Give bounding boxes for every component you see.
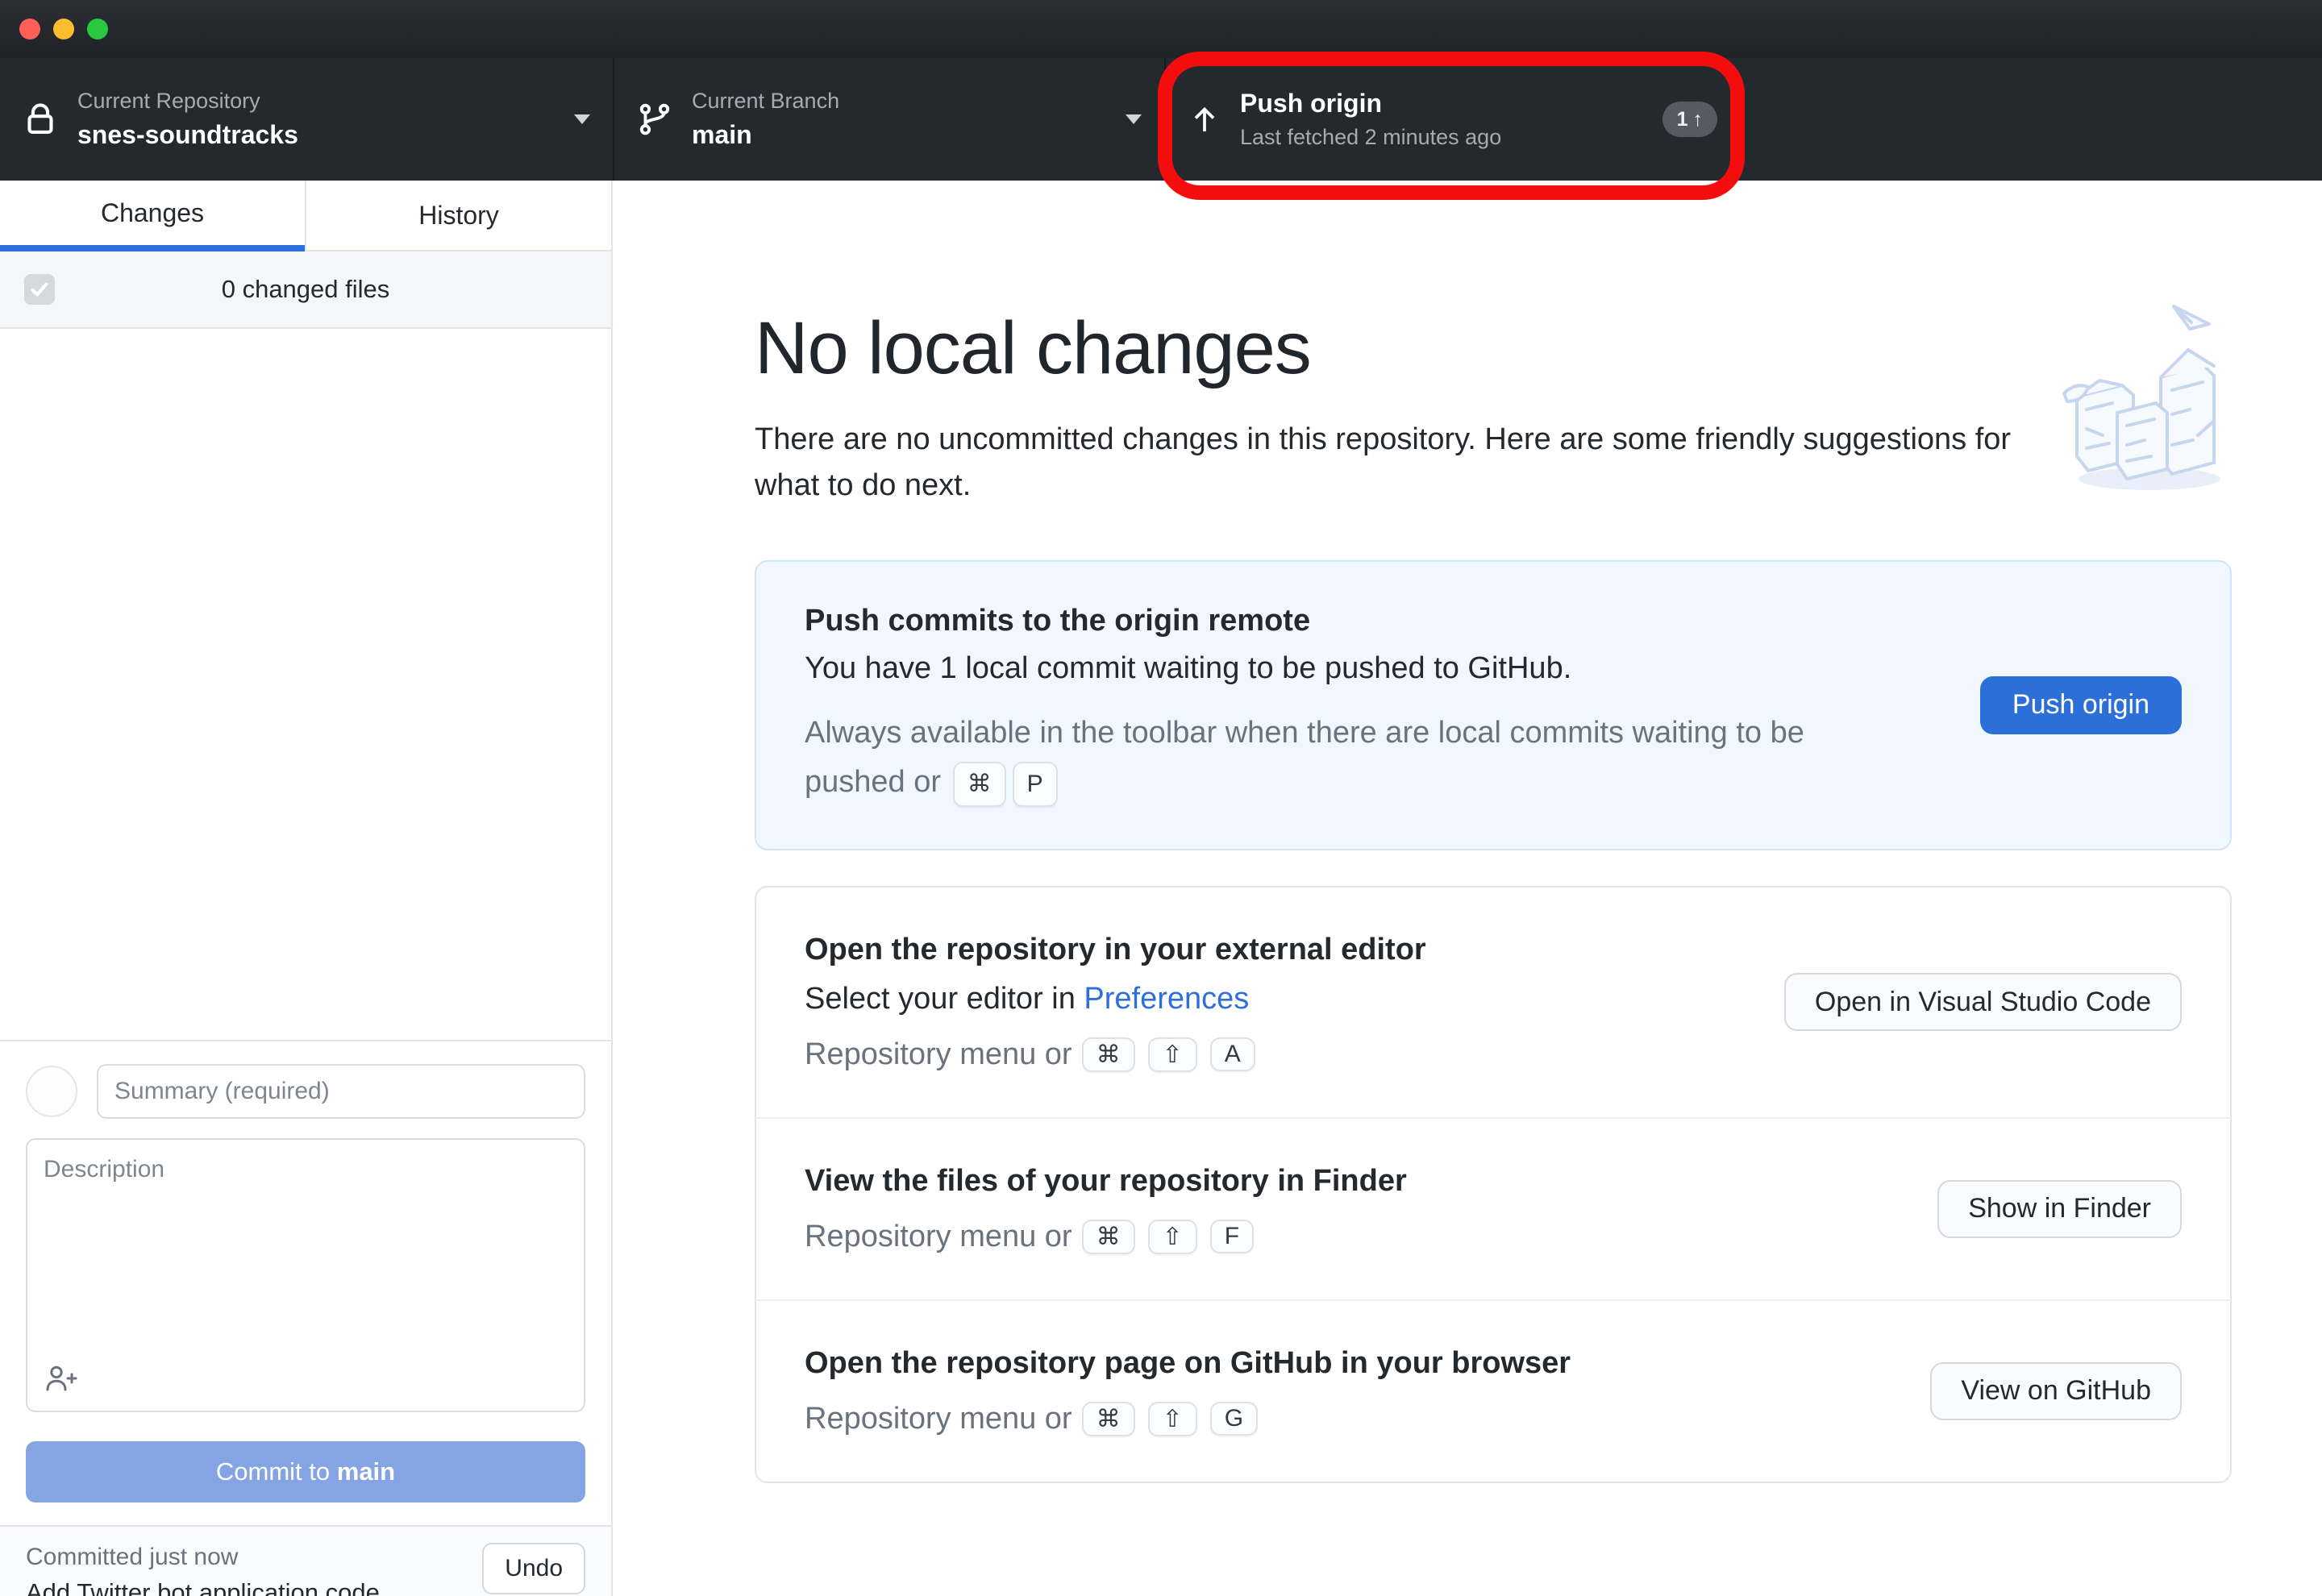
undo-commit-button[interactable]: Undo	[482, 1543, 585, 1594]
g-key: G	[1210, 1402, 1258, 1436]
push-card-hint: Always available in the toolbar when the…	[805, 709, 1869, 807]
commit-branch-name: main	[337, 1457, 395, 1486]
push-card-line: You have 1 local commit waiting to be pu…	[805, 651, 1980, 686]
last-commit-bar: Committed just now Add Twitter bot appli…	[0, 1525, 611, 1596]
page-title: No local changes	[755, 306, 2232, 391]
current-branch-name: main	[692, 118, 1109, 151]
ahead-commits-badge: 1 ↑	[1662, 102, 1717, 137]
push-origin-toolbar-button[interactable]: Push origin Last fetched 2 minutes ago 1…	[1166, 58, 1740, 181]
current-repository-label: Current Repository	[77, 88, 558, 115]
close-window-button[interactable]	[19, 19, 40, 39]
push-commits-card: Push commits to the origin remote You ha…	[755, 560, 2232, 850]
show-in-finder-button[interactable]: Show in Finder	[1937, 1180, 2182, 1238]
current-branch-label: Current Branch	[692, 88, 1109, 115]
zoom-window-button[interactable]	[87, 19, 108, 39]
open-editor-title: Open the repository in your external edi…	[805, 933, 1784, 967]
f-key: F	[1210, 1220, 1254, 1253]
push-origin-subtitle: Last fetched 2 minutes ago	[1240, 124, 1646, 152]
view-on-github-row: Open the repository page on GitHub in yo…	[756, 1299, 2230, 1482]
lock-icon	[23, 102, 58, 137]
sidebar: Changes History 0 changed files	[0, 181, 613, 1596]
show-in-finder-title: View the files of your repository in Fin…	[805, 1164, 1937, 1199]
shift-key: ⇧	[1148, 1402, 1197, 1436]
shift-key: ⇧	[1148, 1220, 1197, 1254]
shift-key: ⇧	[1148, 1037, 1197, 1072]
suggestions-card: Open the repository in your external edi…	[755, 886, 2232, 1483]
push-card-title: Push commits to the origin remote	[805, 604, 1980, 638]
current-branch-dropdown[interactable]: Current Branch main	[614, 58, 1164, 181]
view-on-github-title: Open the repository page on GitHub in yo…	[805, 1346, 1930, 1381]
commit-form: Commit to main	[0, 1040, 611, 1525]
commit-summary-input[interactable]	[97, 1064, 585, 1119]
app-toolbar: Current Repository snes-soundtracks Curr…	[0, 58, 2322, 181]
badge-arrow-up-icon: ↑	[1693, 108, 1704, 131]
view-on-github-button[interactable]: View on GitHub	[1930, 1362, 2182, 1420]
sidebar-tabs: Changes History	[0, 181, 611, 251]
macos-titlebar	[0, 0, 2322, 58]
commit-message-text: Add Twitter bot application code	[26, 1575, 482, 1596]
cmd-key: ⌘	[953, 762, 1006, 807]
commit-description-input[interactable]	[26, 1138, 585, 1412]
cmd-key: ⌘	[1082, 1402, 1135, 1436]
minimize-window-button[interactable]	[53, 19, 74, 39]
commit-status-text: Committed just now	[26, 1540, 482, 1575]
add-coauthor-icon[interactable]	[44, 1364, 79, 1399]
paper-stack-illustration	[2061, 293, 2238, 500]
cmd-key: ⌘	[1082, 1220, 1135, 1254]
git-branch-icon	[637, 102, 672, 137]
a-key: A	[1210, 1037, 1255, 1071]
p-key: P	[1013, 762, 1058, 807]
chevron-down-icon	[574, 114, 590, 124]
changed-files-count: 0 changed files	[0, 275, 611, 304]
push-origin-title: Push origin	[1240, 87, 1646, 119]
traffic-lights	[19, 19, 108, 39]
select-all-checkbox[interactable]	[24, 274, 55, 305]
open-editor-row: Open the repository in your external edi…	[756, 887, 2230, 1117]
tab-changes[interactable]: Changes	[0, 181, 305, 251]
current-repository-dropdown[interactable]: Current Repository snes-soundtracks	[0, 58, 613, 181]
main-content: No local changes There are no uncommitte…	[613, 181, 2322, 1596]
changed-files-header: 0 changed files	[0, 251, 611, 329]
arrow-up-icon	[1188, 102, 1221, 137]
current-repository-name: snes-soundtracks	[77, 118, 558, 151]
show-in-finder-row: View the files of your repository in Fin…	[756, 1117, 2230, 1299]
user-avatar	[26, 1066, 77, 1117]
chevron-down-icon	[1126, 114, 1142, 124]
tab-history[interactable]: History	[305, 181, 611, 251]
cmd-key: ⌘	[1082, 1037, 1135, 1072]
commit-to-main-button[interactable]: Commit to main	[26, 1441, 585, 1502]
push-origin-button[interactable]: Push origin	[1980, 676, 2182, 734]
preferences-link[interactable]: Preferences	[1084, 982, 1249, 1016]
page-subtitle: There are no uncommitted changes in this…	[755, 417, 2045, 509]
github-desktop-window: Current Repository snes-soundtracks Curr…	[0, 0, 2322, 1596]
changes-list-empty-area	[0, 329, 611, 1040]
open-in-vscode-button[interactable]: Open in Visual Studio Code	[1784, 973, 2182, 1031]
